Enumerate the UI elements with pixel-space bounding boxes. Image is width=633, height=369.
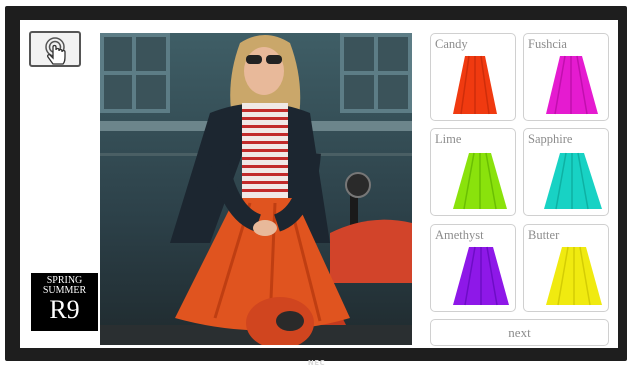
kiosk-screen: SPRING SUMMER R9 Candy Fushcia Lime Sapp… bbox=[20, 20, 618, 348]
season-badge: SPRING SUMMER R9 bbox=[31, 273, 98, 331]
touch-button[interactable] bbox=[29, 31, 81, 67]
swatch-fushcia[interactable]: Fushcia bbox=[523, 33, 609, 121]
next-button[interactable]: next bbox=[430, 319, 609, 346]
hand-pointer-icon bbox=[45, 37, 66, 65]
swatch-lime[interactable]: Lime bbox=[430, 128, 516, 216]
brand-logo: NEC bbox=[307, 359, 326, 367]
swatch-butter[interactable]: Butter bbox=[523, 224, 609, 312]
swatch-label: Butter bbox=[528, 228, 560, 242]
season-code: R9 bbox=[49, 295, 80, 324]
swatch-candy[interactable]: Candy bbox=[430, 33, 516, 121]
swatch-label: Candy bbox=[435, 37, 468, 51]
swatch-label: Amethyst bbox=[435, 228, 484, 242]
swatch-label: Lime bbox=[435, 132, 462, 146]
swatch-label: Fushcia bbox=[528, 37, 567, 51]
swatch-label: Sapphire bbox=[528, 132, 573, 146]
swatch-sapphire[interactable]: Sapphire bbox=[523, 128, 609, 216]
swatch-amethyst[interactable]: Amethyst bbox=[430, 224, 516, 312]
hero-photo bbox=[100, 33, 412, 345]
